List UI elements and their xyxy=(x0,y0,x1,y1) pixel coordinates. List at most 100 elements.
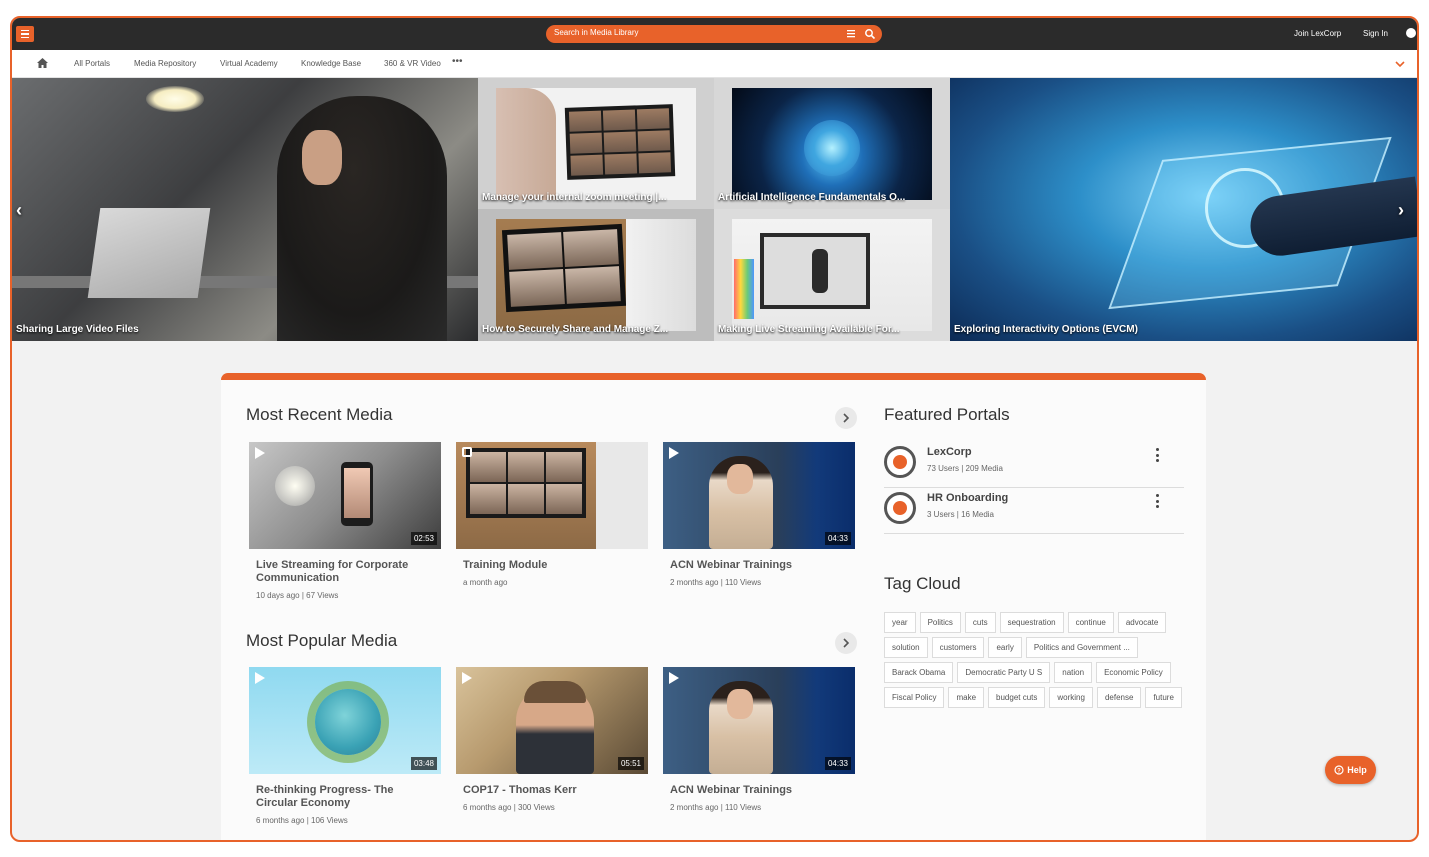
tag[interactable]: Barack Obama xyxy=(884,662,954,683)
duration-badge: 02:53 xyxy=(410,532,437,545)
carousel-tile[interactable]: Sharing Large Video Files xyxy=(12,78,478,341)
carousel-tile[interactable]: Manage your internal zoom meeting |... xyxy=(478,78,714,209)
nav-item-media-repository[interactable]: Media Repository xyxy=(134,59,196,68)
globe-icon[interactable] xyxy=(1406,28,1416,38)
play-icon xyxy=(669,447,679,459)
video-card[interactable]: 04:33 ACN Webinar Trainings 2 months ago… xyxy=(663,667,855,812)
play-icon xyxy=(255,672,265,684)
portal-logo-icon xyxy=(884,492,916,524)
most-recent-next-button[interactable] xyxy=(835,407,857,429)
tag[interactable]: Democratic Party U S xyxy=(957,662,1051,683)
tag[interactable]: Economic Policy xyxy=(1096,662,1171,683)
video-title[interactable]: Live Streaming for Corporate Communicati… xyxy=(256,559,434,585)
carousel-caption: Sharing Large Video Files xyxy=(16,324,139,335)
most-popular-next-button[interactable] xyxy=(835,632,857,654)
kebab-menu-icon[interactable] xyxy=(1156,494,1160,508)
sign-in-link[interactable]: Sign In xyxy=(1363,29,1388,38)
tag[interactable]: working xyxy=(1049,687,1093,708)
play-icon xyxy=(255,447,265,459)
app-frame: Search in Media Library Join LexCorp Sig… xyxy=(10,16,1419,842)
carousel-tile[interactable]: Making Live Streaming Available For... xyxy=(714,209,950,341)
search-icon[interactable] xyxy=(864,28,876,40)
featured-portals-title: Featured Portals xyxy=(884,405,1010,424)
video-meta: 10 days ago | 67 Views xyxy=(256,591,339,600)
carousel-caption: Artificial Intelligence Fundamentals O..… xyxy=(718,192,906,203)
kebab-menu-icon[interactable] xyxy=(1156,448,1160,462)
video-title[interactable]: ACN Webinar Trainings xyxy=(670,559,848,572)
hamburger-menu-icon[interactable] xyxy=(16,26,34,42)
nav-item-360-vr-video[interactable]: 360 & VR Video xyxy=(384,59,441,68)
video-thumbnail[interactable]: 05:51 xyxy=(456,667,648,774)
tag[interactable]: budget cuts xyxy=(988,687,1046,708)
portal-name[interactable]: HR Onboarding xyxy=(927,492,1008,504)
tag[interactable]: early xyxy=(988,637,1022,658)
nav-item-virtual-academy[interactable]: Virtual Academy xyxy=(220,59,278,68)
tag[interactable]: advocate xyxy=(1117,612,1167,633)
video-title[interactable]: COP17 - Thomas Kerr xyxy=(463,784,641,797)
tag[interactable]: solution xyxy=(884,637,928,658)
tag[interactable]: nation xyxy=(1054,662,1093,683)
carousel-tile[interactable]: How to Securely Share and Manage Z... xyxy=(478,209,714,341)
tag[interactable]: sequestration xyxy=(999,612,1064,633)
portal-item[interactable]: HR Onboarding 3 Users | 16 Media xyxy=(884,488,1184,534)
search-input[interactable]: Search in Media Library xyxy=(546,25,882,43)
video-thumbnail[interactable]: 02:53 xyxy=(249,442,441,549)
video-thumbnail[interactable]: 04:33 xyxy=(663,667,855,774)
help-button[interactable]: ? Help xyxy=(1325,756,1376,784)
video-card[interactable]: 03:48 Re-thinking Progress- The Circular… xyxy=(249,667,441,825)
tag[interactable]: Fiscal Policy xyxy=(884,687,945,708)
video-meta: 2 months ago | 110 Views xyxy=(670,578,762,587)
portal-item[interactable]: LexCorp 73 Users | 209 Media xyxy=(884,442,1184,488)
video-thumbnail[interactable] xyxy=(456,442,648,549)
tag[interactable]: cuts xyxy=(964,612,996,633)
help-label: Help xyxy=(1347,765,1367,775)
nav-item-knowledge-base[interactable]: Knowledge Base xyxy=(301,59,361,68)
tag[interactable]: future xyxy=(1145,687,1182,708)
duration-badge: 04:33 xyxy=(824,757,851,770)
portal-meta: 3 Users | 16 Media xyxy=(927,510,994,519)
video-meta: a month ago xyxy=(463,578,508,587)
video-meta: 6 months ago | 300 Views xyxy=(463,803,555,812)
video-card[interactable]: 05:51 COP17 - Thomas Kerr 6 months ago |… xyxy=(456,667,648,812)
carousel-tile[interactable]: Exploring Interactivity Options (EVCM) xyxy=(950,78,1417,341)
video-title[interactable]: Re-thinking Progress- The Circular Econo… xyxy=(256,784,434,810)
tag[interactable]: defense xyxy=(1096,687,1142,708)
more-nav-button[interactable]: ••• xyxy=(452,56,463,67)
tag[interactable]: Politics and Government ... xyxy=(1025,637,1138,658)
carousel-caption: Making Live Streaming Available For... xyxy=(718,324,900,335)
video-title[interactable]: ACN Webinar Trainings xyxy=(670,784,848,797)
carousel-tile[interactable]: Artificial Intelligence Fundamentals O..… xyxy=(714,78,950,209)
video-thumbnail[interactable]: 03:48 xyxy=(249,667,441,774)
video-title[interactable]: Training Module xyxy=(463,559,641,572)
home-icon[interactable] xyxy=(37,58,48,68)
most-popular-title: Most Popular Media xyxy=(246,631,398,650)
video-card[interactable]: 04:33 ACN Webinar Trainings 2 months ago… xyxy=(663,442,855,587)
portal-name[interactable]: LexCorp xyxy=(927,446,972,458)
chevron-right-icon xyxy=(843,638,850,648)
video-meta: 6 months ago | 106 Views xyxy=(256,816,348,825)
video-card[interactable]: Training Module a month ago xyxy=(456,442,648,587)
tag[interactable]: year xyxy=(884,612,916,633)
video-card[interactable]: 02:53 Live Streaming for Corporate Commu… xyxy=(249,442,441,600)
carousel-caption: Manage your internal zoom meeting |... xyxy=(482,192,667,203)
tag[interactable]: make xyxy=(948,687,985,708)
duration-badge: 05:51 xyxy=(617,757,644,770)
filter-icon[interactable] xyxy=(846,28,856,39)
carousel-prev-icon[interactable]: ‹ xyxy=(16,200,32,222)
video-thumbnail[interactable]: 04:33 xyxy=(663,442,855,549)
portal-meta: 73 Users | 209 Media xyxy=(927,464,1003,473)
join-link[interactable]: Join LexCorp xyxy=(1294,29,1341,38)
carousel-caption: How to Securely Share and Manage Z... xyxy=(482,324,669,335)
hero-carousel: Sharing Large Video Files Manage your in… xyxy=(12,78,1417,341)
chevron-down-icon[interactable] xyxy=(1395,60,1405,68)
stack-icon xyxy=(462,447,472,457)
nav-item-all-portals[interactable]: All Portals xyxy=(74,59,110,68)
tag[interactable]: customers xyxy=(931,637,985,658)
svg-text:?: ? xyxy=(1337,769,1341,775)
tag[interactable]: Politics xyxy=(919,612,961,633)
duration-badge: 03:48 xyxy=(410,757,437,770)
carousel-next-icon[interactable]: › xyxy=(1398,200,1414,222)
duration-badge: 04:33 xyxy=(824,532,851,545)
tag[interactable]: continue xyxy=(1067,612,1114,633)
top-bar: Search in Media Library Join LexCorp Sig… xyxy=(12,18,1417,50)
